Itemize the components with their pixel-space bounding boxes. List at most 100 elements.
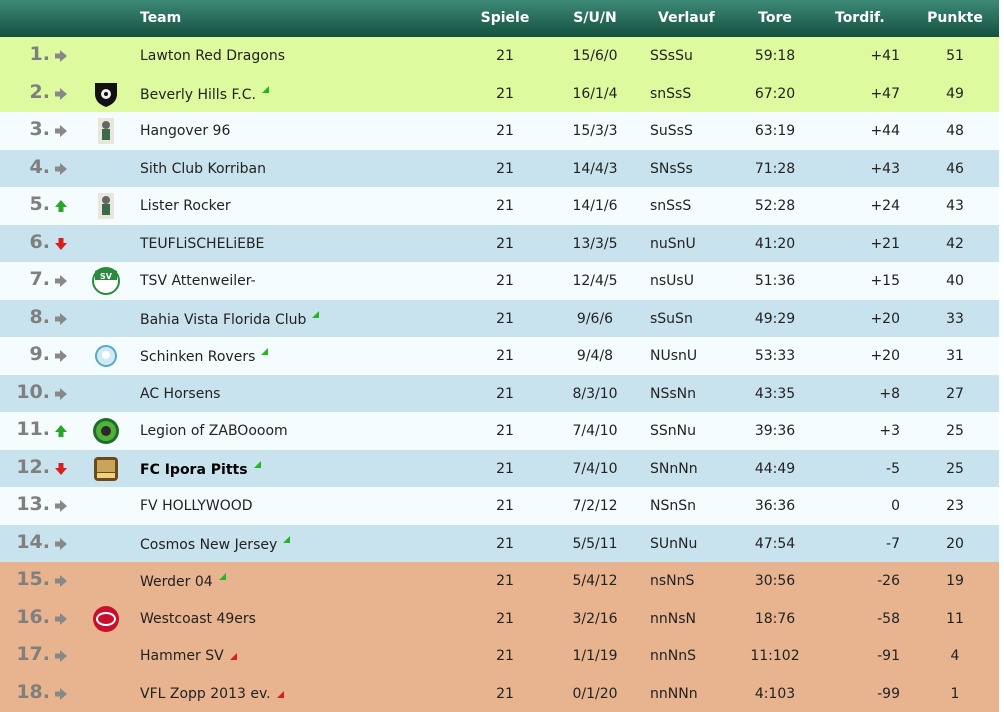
games-played: 21 [496, 348, 514, 364]
team-name-link[interactable]: Legion of ZABOooom [140, 423, 288, 439]
figure-logo [92, 192, 120, 220]
rank-number: 5. [29, 193, 50, 215]
team-name-link[interactable]: Bahia Vista Florida Club [140, 310, 320, 328]
form-trend: nnNsN [650, 610, 696, 627]
team-name-link[interactable]: Beverly Hills F.C. [140, 85, 269, 103]
form-trend: snSsS [650, 198, 692, 214]
header-spiele[interactable]: Spiele [470, 10, 540, 26]
arrow-right-icon [54, 387, 68, 401]
green-badge-logo [92, 417, 120, 445]
form-trend: NSsNn [650, 385, 696, 402]
team-name-link[interactable]: VFL Zopp 2013 ev. [140, 686, 284, 702]
goals: 41:20 [754, 235, 796, 252]
goals: 39:36 [754, 423, 796, 439]
table-row: 14. Cosmos New Jersey 21 5/5/11 SUnNu 47:54 -7… [0, 524, 999, 562]
rank-number: 7. [29, 268, 50, 290]
form-trend: SUnNu [650, 535, 698, 552]
form-trend: nsUsU [650, 273, 694, 289]
win-draw-loss: 16/1/4 [572, 85, 618, 102]
goal-difference: -99 [877, 685, 900, 702]
green-flag-icon [218, 573, 226, 580]
rank-number: 12. [16, 455, 50, 478]
team-name-link[interactable]: FV HOLLYWOOD [140, 498, 253, 514]
games-played: 21 [496, 535, 514, 552]
goal-difference: -7 [886, 535, 900, 552]
form-trend: SSsSu [650, 48, 693, 64]
arrow-right-icon [54, 649, 68, 663]
goals: 43:35 [754, 385, 796, 402]
goals: 71:28 [754, 160, 796, 177]
header-verlauf[interactable]: Verlauf [658, 10, 715, 26]
goal-difference: +44 [870, 123, 900, 139]
team-name-link[interactable]: AC Horsens [140, 386, 220, 402]
win-draw-loss: 5/5/11 [572, 535, 618, 552]
team-name-link[interactable]: Hangover 96 [140, 123, 230, 139]
team-name-link[interactable]: Werder 04 [140, 573, 226, 590]
team-name-link[interactable]: Lawton Red Dragons [140, 48, 285, 64]
goal-difference: -5 [886, 460, 900, 477]
table-row: 12. FC Ipora Pitts 21 7/4/10 SNnNn 44:49 -5 25 [0, 449, 999, 487]
win-draw-loss: 7/4/10 [572, 423, 618, 439]
rank-number: 10. [16, 380, 50, 403]
goals: 4:103 [754, 685, 796, 702]
games-played: 21 [496, 685, 514, 702]
table-row: 10. AC Horsens 21 8/3/10 NSsNn 43:35 +8 27 [0, 374, 999, 412]
win-draw-loss: 7/2/12 [572, 498, 618, 514]
header-tore[interactable]: Tore [735, 10, 815, 26]
arrow-right-icon [54, 687, 68, 701]
arrow-right-icon [54, 124, 68, 138]
form-trend: nnNnS [650, 648, 696, 664]
goal-difference: +8 [879, 385, 900, 402]
header-punkte[interactable]: Punkte [925, 10, 985, 26]
goals: 49:29 [754, 310, 796, 327]
header-tordif[interactable]: Tordif. [835, 10, 885, 26]
rank-number: 15. [16, 568, 50, 590]
goal-difference: +15 [870, 273, 900, 289]
points: 20 [946, 535, 964, 552]
ball-logo [92, 342, 120, 370]
goal-difference: +43 [870, 160, 900, 177]
rank-number: 14. [16, 530, 50, 553]
goals: 47:54 [754, 535, 796, 552]
arrow-right-icon [54, 162, 68, 176]
points: 49 [946, 85, 964, 102]
win-draw-loss: 14/4/3 [572, 160, 618, 177]
arrow-down-icon [54, 462, 68, 476]
points: 46 [946, 160, 964, 177]
rank-number: 6. [29, 230, 50, 253]
team-name-link[interactable]: Cosmos New Jersey [140, 535, 291, 553]
team-name-link[interactable]: Hammer SV [140, 648, 237, 664]
win-draw-loss: 8/3/10 [572, 385, 618, 402]
team-name-link[interactable]: FC Ipora Pitts [140, 460, 261, 478]
games-played: 21 [496, 48, 514, 64]
win-draw-loss: 0/1/20 [572, 685, 618, 702]
form-trend: snSsS [650, 85, 692, 102]
team-name-link[interactable]: Lister Rocker [140, 198, 231, 214]
arrow-up-icon [54, 424, 68, 438]
goals: 59:18 [754, 48, 796, 64]
team-name-link[interactable]: TSV Attenweiler- [140, 273, 256, 289]
games-played: 21 [496, 273, 514, 289]
win-draw-loss: 13/3/5 [572, 235, 618, 252]
points: 33 [946, 310, 964, 327]
points: 42 [946, 235, 964, 252]
goal-difference: +24 [870, 198, 900, 214]
games-played: 21 [496, 648, 514, 664]
points: 27 [946, 385, 964, 402]
header-team[interactable]: Team [140, 10, 181, 26]
green-flag-icon [312, 310, 320, 318]
rank-number: 2. [29, 80, 50, 103]
games-played: 21 [496, 123, 514, 139]
league-table: Team Spiele S/U/N Verlauf Tore Tordif. P… [0, 0, 999, 712]
rank-number: 1. [29, 43, 50, 65]
table-header: Team Spiele S/U/N Verlauf Tore Tordif. P… [0, 0, 999, 37]
header-sun[interactable]: S/U/N [555, 10, 635, 26]
green-flag-icon [261, 85, 269, 93]
arrow-right-icon [54, 574, 68, 588]
team-name-link[interactable]: TEUFLiSCHELiEBE [140, 236, 264, 252]
games-played: 21 [496, 610, 514, 627]
team-name-link[interactable]: Sith Club Korriban [140, 161, 266, 177]
team-name-link[interactable]: Westcoast 49ers [140, 611, 256, 627]
table-row: 8. Bahia Vista Florida Club 21 9/6/6 sSuSn 49… [0, 299, 999, 337]
team-name-link[interactable]: Schinken Rovers [140, 348, 269, 365]
